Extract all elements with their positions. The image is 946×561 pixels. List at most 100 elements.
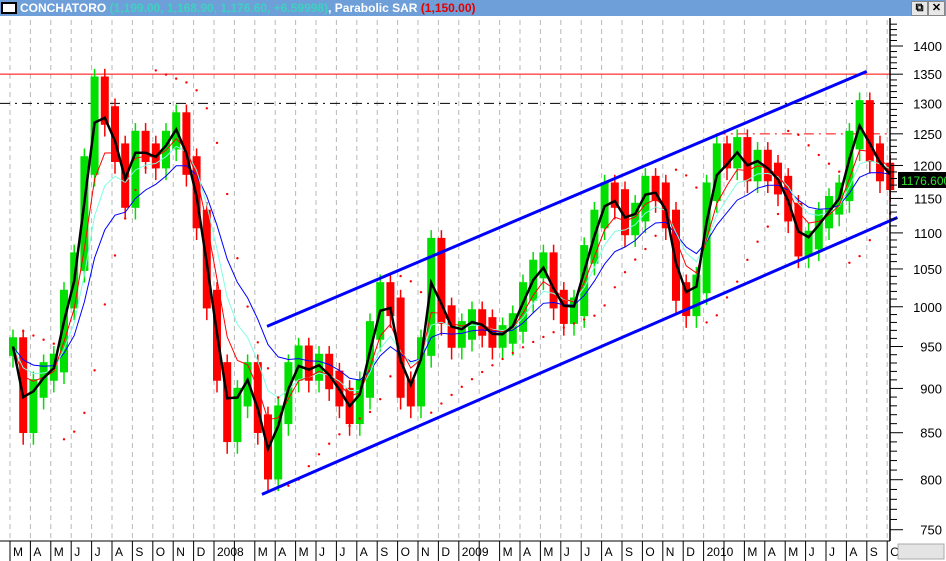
sar-dot	[246, 305, 249, 308]
sar-dot	[317, 453, 321, 456]
sar-dot	[583, 318, 586, 321]
sar-dot	[501, 357, 504, 361]
sar-dot	[807, 144, 810, 147]
month-label: M	[543, 545, 553, 559]
price-tick-label: 1150	[914, 191, 942, 206]
month-label: A	[523, 545, 531, 559]
price-tick-label: 900	[920, 381, 942, 396]
sar-dot	[511, 351, 514, 355]
month-label: A	[115, 545, 123, 559]
sar-dot	[379, 397, 382, 401]
sar-dot	[164, 73, 168, 76]
window-icon	[1, 2, 17, 14]
month-label: A	[768, 545, 776, 559]
month-label: D	[441, 545, 450, 559]
sar-dot	[277, 396, 280, 399]
sar-dot	[256, 341, 259, 344]
sar-dot	[113, 254, 117, 257]
sar-dot	[797, 133, 800, 137]
close-icon[interactable]: ✕	[928, 1, 945, 16]
month-label: J	[809, 545, 815, 559]
month-label: D	[686, 545, 695, 559]
sar-dot	[542, 335, 545, 339]
sar-dot	[73, 430, 76, 433]
sar-dot	[348, 424, 351, 428]
sar-dot	[736, 280, 739, 283]
month-label: S	[625, 545, 633, 559]
month-label: M	[788, 545, 798, 559]
restore-icon[interactable]: ⧉	[911, 1, 928, 16]
sar-dot	[613, 286, 616, 289]
sar-dot	[521, 346, 525, 349]
corner-box	[897, 543, 945, 560]
sar-dot	[787, 129, 790, 133]
sar-dot	[399, 274, 402, 278]
sar-dot	[328, 442, 331, 445]
month-label: 2009	[462, 545, 489, 559]
price-tick-label: 850	[920, 426, 942, 441]
price-tick-label: 750	[920, 523, 942, 538]
indicator-value: (1,150.00)	[420, 1, 476, 15]
sar-dot	[124, 217, 127, 220]
month-label: O	[645, 545, 654, 559]
sar-dot	[287, 484, 290, 487]
price-tick-label: 1300	[913, 96, 942, 111]
month-label: N	[421, 545, 430, 559]
sar-dot	[409, 280, 412, 283]
sar-dot	[695, 186, 698, 189]
sar-dot	[674, 168, 678, 171]
month-label: A	[605, 545, 613, 559]
sar-dot	[532, 340, 535, 344]
sar-dot	[62, 438, 66, 441]
month-label: M	[54, 545, 64, 559]
price-tick-label: 950	[920, 340, 942, 355]
sar-dot	[226, 192, 229, 196]
month-label: J	[319, 545, 325, 559]
sar-dot	[154, 69, 157, 72]
month-label: 2010	[707, 545, 734, 559]
month-label: J	[829, 545, 835, 559]
sar-dot	[195, 89, 198, 92]
indicator-name: Parabolic SAR	[334, 1, 418, 15]
sar-dot	[93, 369, 96, 372]
sar-dot	[22, 329, 25, 333]
month-label: N	[176, 545, 185, 559]
sar-dot	[705, 321, 708, 324]
sar-dot	[766, 225, 769, 228]
month-label: O	[156, 545, 165, 559]
month-label: J	[584, 545, 590, 559]
month-label: A	[360, 545, 368, 559]
sar-dot	[685, 174, 688, 177]
sar-dot	[460, 385, 463, 389]
sar-dot	[746, 258, 749, 262]
month-label: S	[380, 545, 388, 559]
sar-dot	[572, 322, 576, 325]
month-label: M	[503, 545, 513, 559]
sar-dot	[52, 342, 55, 345]
sar-dot	[42, 338, 45, 341]
sar-dot	[450, 393, 453, 397]
sar-dot	[215, 141, 219, 145]
sar-dot	[776, 212, 780, 216]
price-tick-label: 1350	[913, 67, 942, 82]
month-label: J	[564, 545, 570, 559]
sar-dot	[593, 314, 596, 317]
sar-dot	[491, 364, 494, 367]
sar-dot	[562, 326, 565, 329]
sar-dot	[440, 402, 443, 405]
month-label: A	[849, 545, 857, 559]
sar-dot	[603, 304, 606, 307]
sar-dot	[389, 375, 392, 378]
month-label: D	[197, 545, 206, 559]
sar-dot	[185, 81, 188, 84]
sar-dot	[266, 367, 270, 370]
price-chart[interactable]: 750 800 850 900 950 1000 1050 1100 1150 1200 1250 1…	[0, 0, 946, 561]
price-tick-label: 1200	[913, 158, 942, 173]
sar-dot	[175, 77, 178, 80]
sar-dot	[715, 314, 718, 317]
month-label: S	[870, 545, 878, 559]
price-tick-label: 1400	[913, 39, 942, 54]
price-tick-label: 800	[920, 473, 942, 488]
sar-dot	[623, 270, 627, 274]
sar-dot	[868, 238, 871, 242]
